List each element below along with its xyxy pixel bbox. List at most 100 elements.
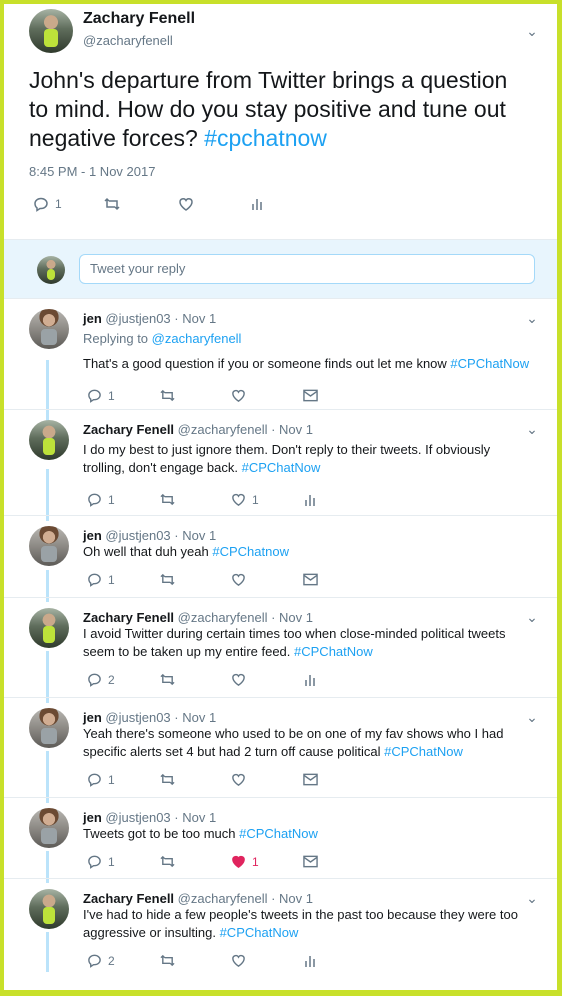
author-handle[interactable]: @justjen03	[105, 528, 170, 543]
hashtag-link[interactable]: #CPChatNow	[384, 744, 463, 759]
reply-icon	[88, 573, 101, 587]
retweet-button[interactable]	[159, 672, 231, 687]
author-handle[interactable]: @zacharyfenell	[83, 33, 173, 48]
hashtag-link[interactable]: #CPChatNow	[220, 925, 299, 940]
avatar[interactable]	[29, 9, 73, 53]
reply-tweet[interactable]: jen @justjen03 · Nov 1 ⌄ Yeah there's so…	[4, 698, 557, 797]
reply-button[interactable]: 1	[87, 388, 159, 403]
author-name[interactable]: jen	[83, 311, 102, 326]
reply-date[interactable]: · Nov 1	[174, 810, 216, 825]
reply-input[interactable]: Tweet your reply	[79, 254, 535, 284]
reply-button[interactable]: 1	[87, 492, 159, 507]
retweet-button[interactable]	[159, 492, 231, 507]
author-handle[interactable]: @zacharyfenell	[178, 610, 268, 625]
chevron-down-icon[interactable]: ⌄	[523, 610, 541, 624]
hashtag-link[interactable]: #CPChatNow	[450, 356, 529, 371]
avatar[interactable]	[29, 608, 69, 648]
author-name[interactable]: Zachary Fenell	[83, 891, 174, 906]
analytics-button[interactable]	[303, 954, 317, 968]
analytics-icon	[305, 674, 315, 686]
reply-date[interactable]: · Nov 1	[271, 610, 313, 625]
chevron-down-icon[interactable]: ⌄	[523, 422, 541, 436]
analytics-button[interactable]	[250, 197, 264, 211]
like-button[interactable]	[231, 672, 303, 687]
author-name[interactable]: Zachary Fenell	[83, 10, 195, 28]
reply-tweet[interactable]: Zachary Fenell @zacharyfenell · Nov 1 ⌄ …	[4, 410, 557, 515]
reply-tweet[interactable]: Zachary Fenell @zacharyfenell · Nov 1 ⌄ …	[4, 598, 557, 697]
heart-icon	[179, 198, 193, 211]
reply-icon	[34, 197, 48, 212]
hashtag-link[interactable]: #cpchatnow	[204, 125, 327, 151]
direct-message-button[interactable]	[303, 855, 318, 868]
retweet-button[interactable]	[103, 196, 178, 212]
avatar[interactable]	[29, 889, 69, 929]
hashtag-link[interactable]: #CPChatNow	[239, 826, 318, 841]
hashtag-link[interactable]: #CPChatNow	[242, 460, 321, 475]
author-handle[interactable]: @zacharyfenell	[178, 422, 268, 437]
reply-date[interactable]: · Nov 1	[174, 528, 216, 543]
analytics-button[interactable]	[303, 493, 317, 507]
reply-date[interactable]: · Nov 1	[174, 311, 216, 326]
reply-tweet[interactable]: Zachary Fenell @zacharyfenell · Nov 1 ⌄ …	[4, 879, 557, 990]
mention-link[interactable]: @zacharyfenell	[152, 331, 242, 346]
like-button[interactable]	[231, 772, 303, 787]
reply-count: 1	[55, 197, 62, 211]
retweet-icon	[160, 855, 175, 868]
retweet-button[interactable]	[159, 854, 231, 869]
author-handle[interactable]: @justjen03	[105, 710, 170, 725]
reply-header: jen @justjen03 · Nov 1	[83, 710, 216, 725]
reply-date[interactable]: · Nov 1	[174, 710, 216, 725]
chevron-down-icon[interactable]: ⌄	[523, 24, 541, 38]
retweet-icon	[160, 954, 175, 967]
reply-date[interactable]: · Nov 1	[271, 891, 313, 906]
heart-icon	[232, 673, 245, 686]
author-name[interactable]: jen	[83, 710, 102, 725]
chevron-down-icon[interactable]: ⌄	[523, 710, 541, 724]
timestamp[interactable]: 8:45 PM - 1 Nov 2017	[29, 164, 155, 179]
like-button[interactable]	[178, 196, 250, 212]
author-handle[interactable]: @justjen03	[105, 311, 170, 326]
reply-text: Tweets got to be too much #CPChatNow	[83, 825, 533, 843]
retweet-button[interactable]	[159, 572, 231, 587]
reply-tweet[interactable]: jen @justjen03 · Nov 1 Tweets got to be …	[4, 798, 557, 878]
author-name[interactable]: Zachary Fenell	[83, 610, 174, 625]
avatar[interactable]	[29, 708, 69, 748]
reply-button[interactable]: 2	[87, 953, 159, 968]
like-button[interactable]	[231, 388, 303, 403]
reply-tweet[interactable]: jen @justjen03 · Nov 1 ⌄ Replying to @za…	[4, 299, 557, 409]
author-name[interactable]: Zachary Fenell	[83, 422, 174, 437]
author-name[interactable]: jen	[83, 528, 102, 543]
like-button[interactable]: 1	[231, 492, 303, 507]
hashtag-link[interactable]: #CPChatnow	[212, 544, 289, 559]
chevron-down-icon[interactable]: ⌄	[523, 311, 541, 325]
author-name[interactable]: jen	[83, 810, 102, 825]
like-button[interactable]	[231, 572, 303, 587]
reply-date[interactable]: · Nov 1	[271, 422, 313, 437]
direct-message-button[interactable]	[303, 389, 318, 402]
retweet-icon	[160, 493, 175, 506]
reply-tweet[interactable]: jen @justjen03 · Nov 1 Oh well that duh …	[4, 516, 557, 597]
reply-body: That's a good question if you or someone…	[83, 356, 451, 371]
avatar[interactable]	[29, 808, 69, 848]
retweet-icon	[160, 673, 175, 686]
avatar[interactable]	[29, 309, 69, 349]
author-handle[interactable]: @zacharyfenell	[178, 891, 268, 906]
retweet-button[interactable]	[159, 953, 231, 968]
like-button[interactable]	[231, 953, 303, 968]
chevron-down-icon[interactable]: ⌄	[523, 891, 541, 905]
hashtag-link[interactable]: #CPChatNow	[294, 644, 373, 659]
reply-button[interactable]: 1	[87, 572, 159, 587]
reply-button[interactable]: 1	[87, 772, 159, 787]
like-button[interactable]: 1	[231, 854, 303, 869]
retweet-button[interactable]	[159, 772, 231, 787]
direct-message-button[interactable]	[303, 573, 318, 586]
avatar[interactable]	[29, 526, 69, 566]
analytics-button[interactable]	[303, 673, 317, 687]
direct-message-button[interactable]	[303, 773, 318, 786]
avatar[interactable]	[29, 420, 69, 460]
retweet-button[interactable]	[159, 388, 231, 403]
reply-button[interactable]: 2	[87, 672, 159, 687]
reply-button[interactable]: 1	[33, 196, 103, 212]
author-handle[interactable]: @justjen03	[105, 810, 170, 825]
reply-button[interactable]: 1	[87, 854, 159, 869]
